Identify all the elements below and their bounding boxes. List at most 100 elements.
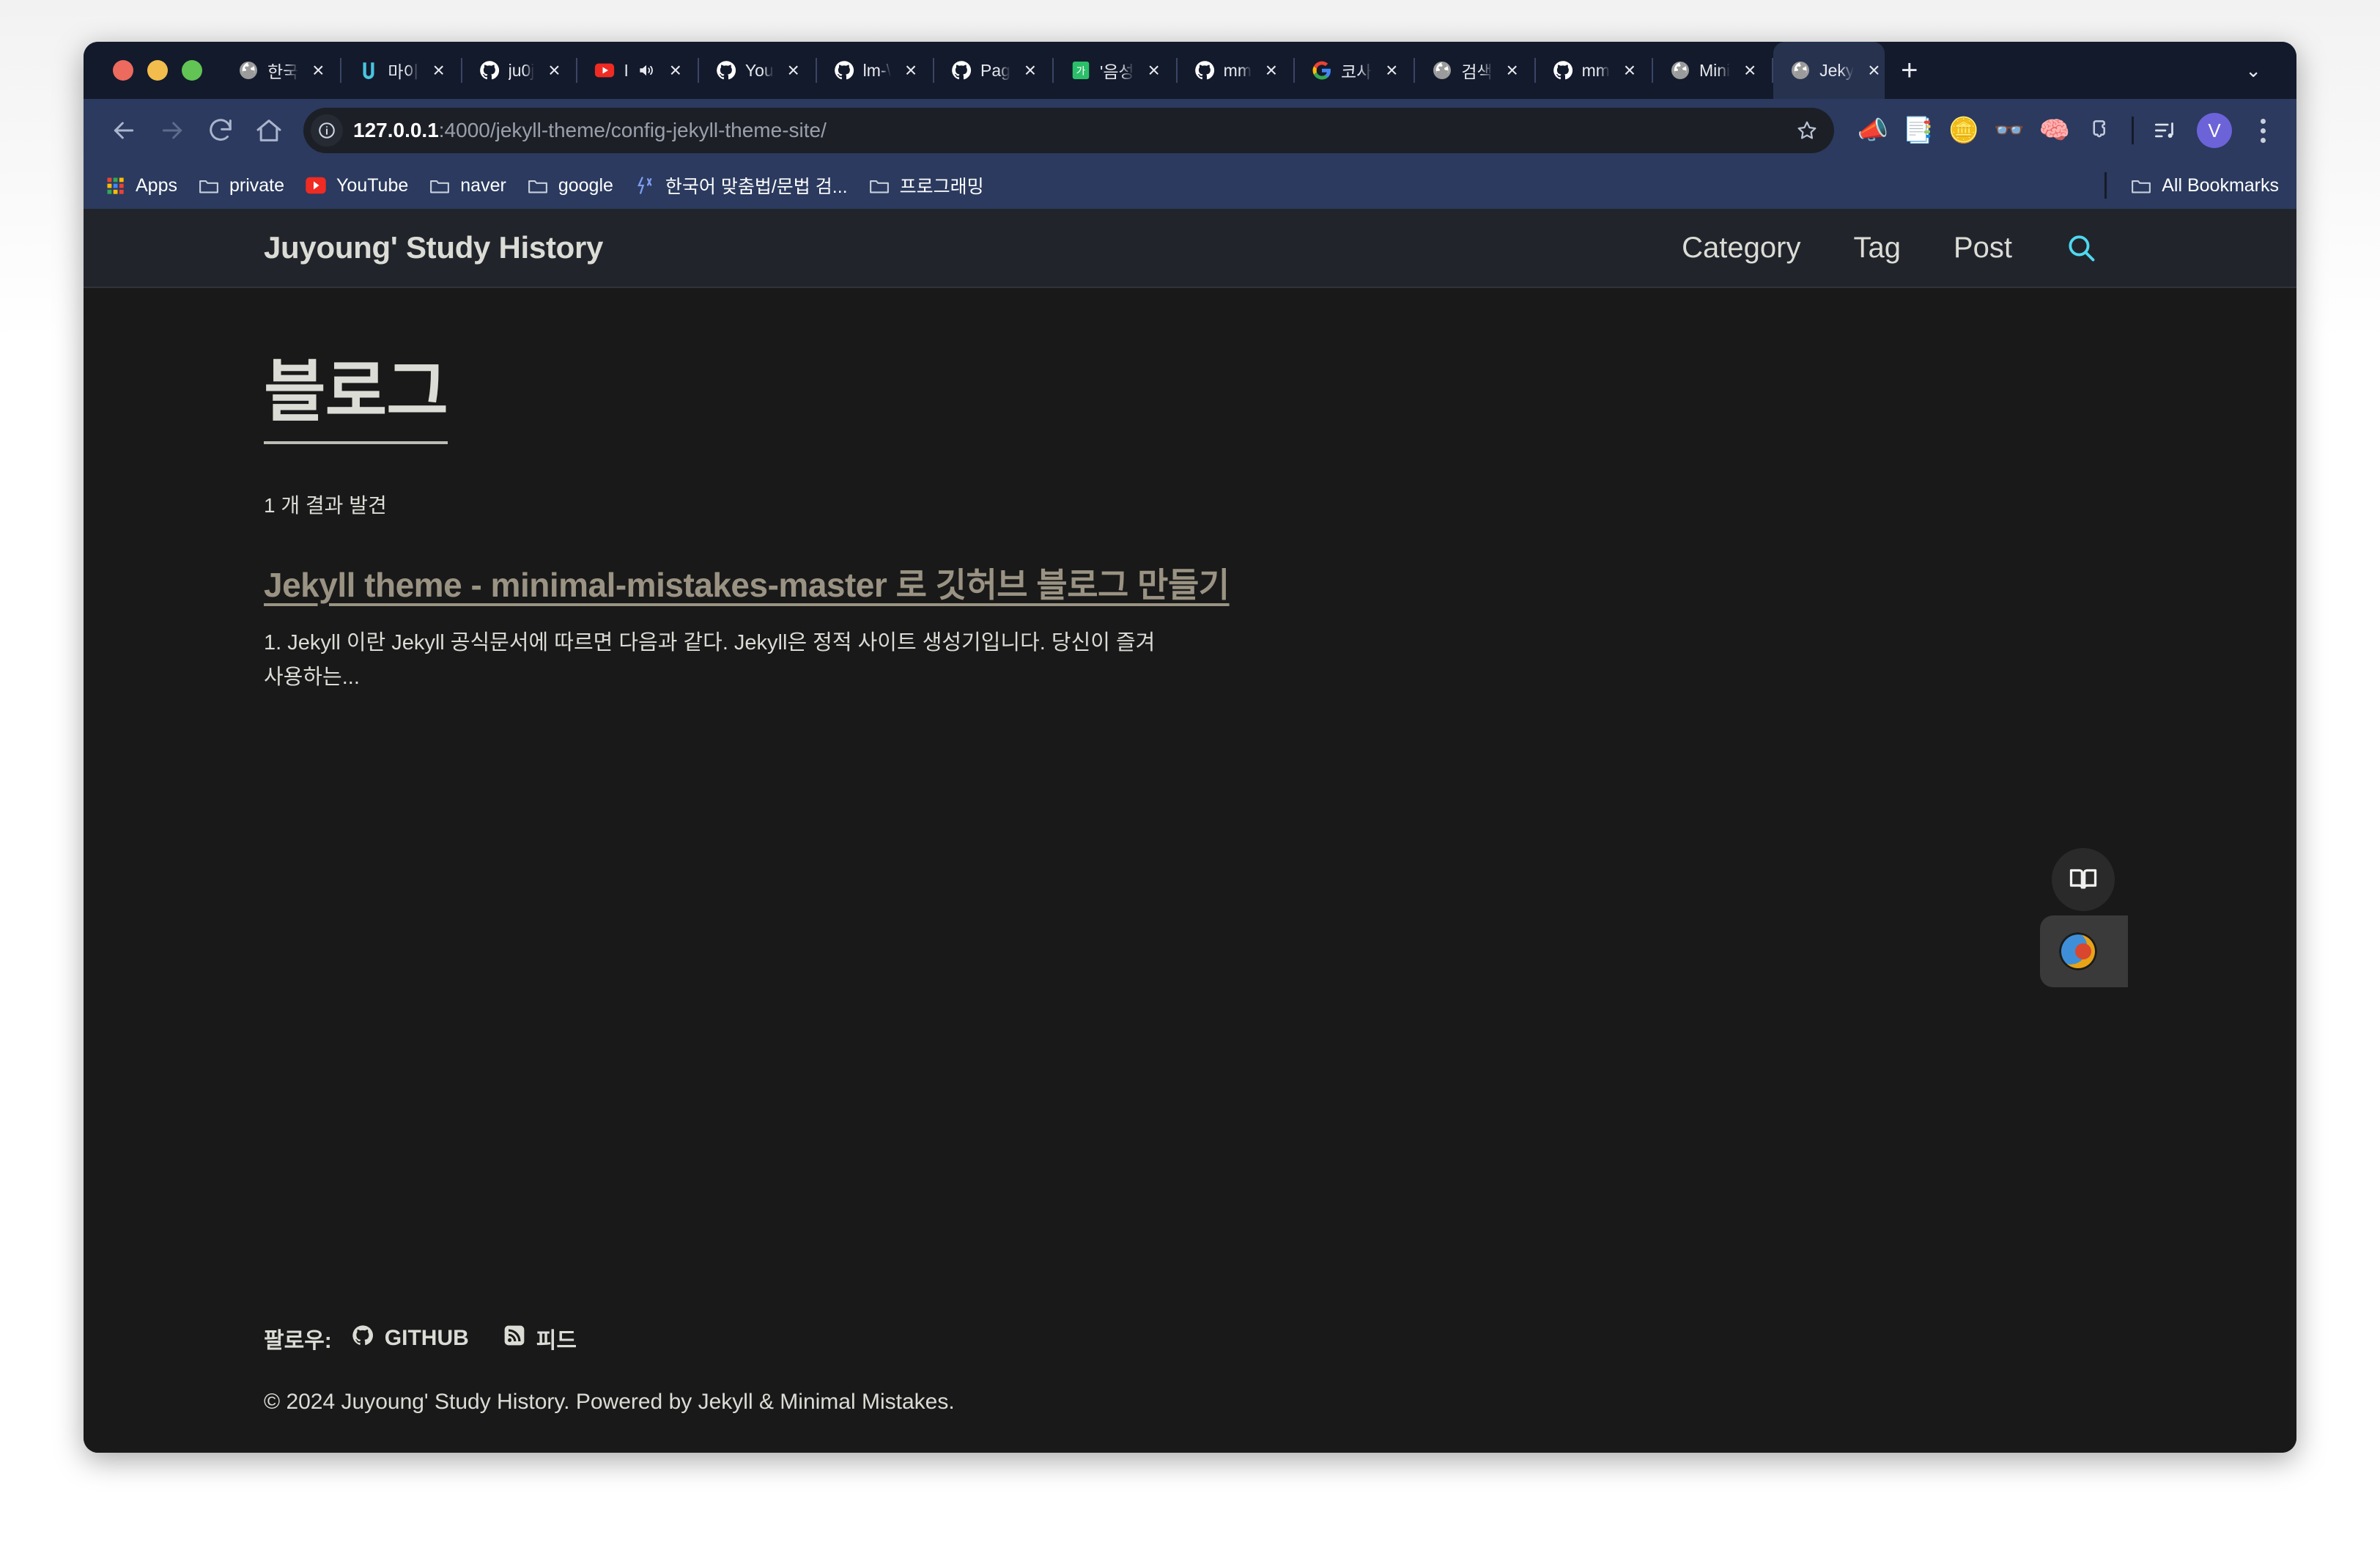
youtube-icon [305, 174, 327, 196]
reload-button[interactable] [196, 106, 245, 155]
browser-menu-button[interactable] [2245, 119, 2280, 143]
browser-tab[interactable]: Mini × [1653, 42, 1772, 99]
post-title-link[interactable]: Jekyll theme - minimal-mistakes-master 로… [264, 566, 1230, 604]
nav-item-category[interactable]: Category [1655, 232, 1827, 265]
bookmark-item[interactable]: google [522, 174, 629, 196]
page-viewport: Juyoung' Study History Category Tag Post… [84, 209, 2296, 1453]
media-control-icon[interactable] [2143, 108, 2188, 153]
all-bookmarks-button[interactable]: All Bookmarks [2126, 174, 2279, 196]
extensions-puzzle-icon[interactable] [2077, 108, 2123, 153]
brain-extension-icon[interactable]: 🧠 [2032, 108, 2077, 153]
tab-audio-icon[interactable] [637, 61, 656, 80]
bookmark-item[interactable]: YouTube [300, 174, 424, 196]
browser-tab-title: '음성 [1100, 58, 1134, 83]
tab-close-icon[interactable]: × [306, 60, 330, 81]
github-icon [351, 1324, 374, 1353]
folder-icon [429, 174, 451, 196]
minimize-window-button[interactable] [147, 60, 168, 81]
brain-icon [2059, 932, 2097, 970]
browser-tab[interactable]: I× [577, 42, 697, 99]
read-aloud-extension-icon[interactable]: 📑 [1896, 108, 1941, 153]
browser-tab[interactable]: Pag× [934, 42, 1052, 99]
home-button[interactable] [245, 106, 293, 155]
close-window-button[interactable] [113, 60, 133, 81]
megaphone-extension-icon[interactable]: 📣 [1850, 108, 1896, 153]
address-bar[interactable]: 127.0.0.1:4000/jekyll-theme/config-jekyl… [303, 108, 1834, 153]
tab-close-icon[interactable]: × [1618, 60, 1641, 81]
new-tab-button[interactable]: + [1885, 56, 1934, 85]
bookmark-label: 프로그래밍 [900, 172, 984, 199]
browser-tab[interactable]: 한국 × [221, 42, 340, 99]
browser-tab[interactable]: 코사× [1295, 42, 1413, 99]
folder-icon [198, 174, 220, 196]
footer-link-github[interactable]: GITHUB [351, 1324, 469, 1353]
bookmark-item[interactable]: naver [424, 174, 522, 196]
maximize-window-button[interactable] [182, 60, 202, 81]
tab-close-icon[interactable]: × [899, 60, 923, 81]
bookmarks-divider [2104, 172, 2107, 199]
window-traffic-lights [100, 42, 221, 99]
bookmark-item[interactable]: 프로그래밍 [864, 172, 1000, 199]
browser-tab-strip: 한국×마이×ju0j×I×You×lm-\×Pag×가'음성×mm×코사×검색×… [84, 42, 2296, 99]
browser-tab[interactable]: You× [699, 42, 816, 99]
bookmark-item[interactable]: Apps [104, 174, 193, 196]
browser-tab-title: lm-\ [863, 61, 891, 81]
reader-mode-button[interactable] [2052, 848, 2115, 911]
post-list: Jekyll theme - minimal-mistakes-master 로… [264, 560, 2116, 695]
github-icon [1552, 59, 1574, 81]
bookmark-label: 한국어 맞춤법/문법 검... [665, 172, 848, 199]
site-info-icon[interactable] [311, 114, 343, 147]
github-icon [478, 59, 500, 81]
browser-tab[interactable]: mm× [1178, 42, 1293, 99]
browser-tab[interactable]: ju0j× [462, 42, 577, 99]
glasses-extension-icon[interactable]: 👓 [1987, 108, 2032, 153]
github-icon [1194, 59, 1216, 81]
globe-icon [1669, 59, 1691, 81]
tab-close-icon[interactable]: × [664, 60, 687, 81]
globe-icon [1431, 59, 1453, 81]
bookmark-item[interactable]: private [193, 174, 300, 196]
forward-button[interactable] [148, 106, 196, 155]
bookmarks-container: Apps privateYouTubenavergoogle 한국어 맞춤법/문법 … [104, 172, 1000, 199]
url-text: 127.0.0.1:4000/jekyll-theme/config-jekyl… [353, 119, 1787, 142]
folder-icon [527, 174, 549, 196]
tab-search-chevron-down-icon[interactable]: ⌄ [2226, 59, 2280, 82]
profile-avatar[interactable]: V [2197, 113, 2232, 148]
site-title[interactable]: Juyoung' Study History [264, 230, 603, 265]
tab-close-icon[interactable]: × [1142, 60, 1166, 81]
browser-tab-title: 한국 [267, 58, 298, 83]
bookmarks-bar: Apps privateYouTubenavergoogle 한국어 맞춤법/문법 … [84, 162, 2296, 209]
bookmark-star-icon[interactable] [1787, 111, 1827, 150]
tab-close-icon[interactable]: × [542, 60, 566, 81]
browser-tab[interactable]: lm-\ × [817, 42, 933, 99]
footer-link-github-label: GITHUB [385, 1326, 469, 1351]
browser-tab-title: Mini [1699, 61, 1730, 81]
nav-item-post[interactable]: Post [1927, 232, 2039, 265]
tab-close-icon[interactable]: × [782, 60, 805, 81]
tab-close-icon[interactable]: × [1738, 60, 1762, 81]
footer-link-feed[interactable]: 피드 [503, 1322, 577, 1354]
nav-item-tag[interactable]: Tag [1827, 232, 1927, 265]
coin-extension-icon[interactable]: 🪙 [1941, 108, 1987, 153]
brain-extension-button[interactable] [2040, 915, 2128, 987]
tab-close-icon[interactable]: × [1019, 60, 1042, 81]
extension-icons: 📣 📑 🪙 👓 🧠 V [1850, 108, 2280, 153]
youtube-icon [594, 59, 616, 81]
tab-close-icon[interactable]: × [427, 60, 451, 81]
browser-toolbar: 127.0.0.1:4000/jekyll-theme/config-jekyl… [84, 99, 2296, 162]
browser-tab[interactable]: 마이× [341, 42, 460, 99]
browser-tab[interactable]: mm× [1536, 42, 1652, 99]
follow-row: 팔로우: GITHUB 피드 [264, 1322, 2116, 1354]
browser-tab-active[interactable]: Jeky× [1773, 42, 1885, 99]
post-excerpt: 1. Jekyll 이란 Jekyll 공식문서에 따르면 다음과 같다. Je… [264, 626, 1180, 695]
search-icon[interactable] [2039, 232, 2116, 264]
tab-close-icon[interactable]: × [1862, 60, 1885, 81]
tab-close-icon[interactable]: × [1260, 60, 1283, 81]
browser-tab[interactable]: 가'음성× [1054, 42, 1176, 99]
tab-close-icon[interactable]: × [1501, 60, 1524, 81]
back-button[interactable] [100, 106, 148, 155]
tab-close-icon[interactable]: × [1380, 60, 1403, 81]
bookmark-item[interactable]: 한국어 맞춤법/문법 검... [629, 172, 864, 199]
browser-tab[interactable]: 검색× [1415, 42, 1534, 99]
bookmark-label: Apps [136, 175, 177, 196]
